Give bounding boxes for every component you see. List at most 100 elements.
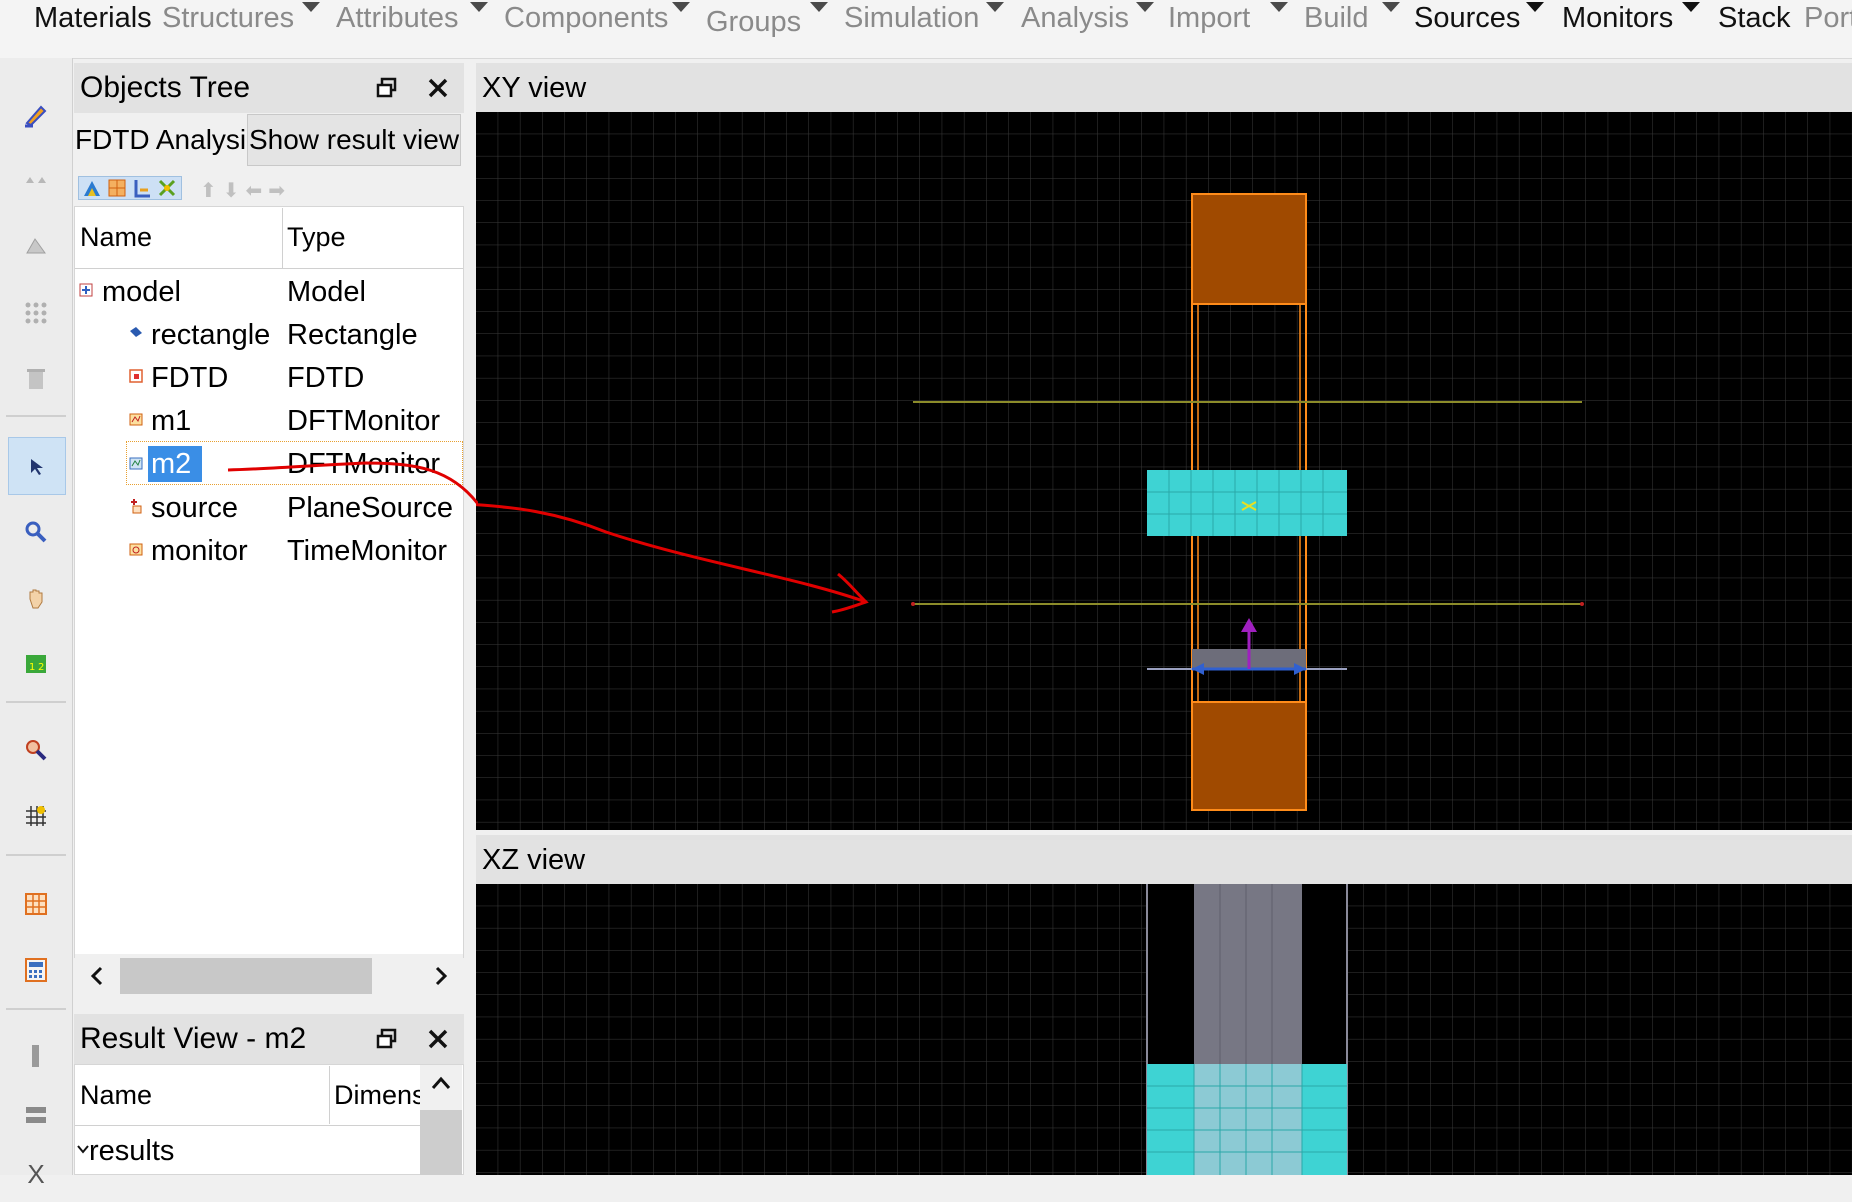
menu-structures[interactable]: Structures <box>162 2 294 35</box>
tree-row-model-name[interactable]: model <box>102 276 181 309</box>
arrow-left-icon[interactable]: ⬅ <box>246 178 263 202</box>
pan-hand-icon[interactable] <box>8 570 64 626</box>
xz-view-drawing <box>476 884 1852 1175</box>
xy-view-canvas[interactable] <box>476 112 1852 830</box>
grid-dots-icon[interactable] <box>8 284 64 340</box>
header-divider <box>75 1125 420 1126</box>
menu-components[interactable]: Components <box>504 2 668 35</box>
result-row-results[interactable]: results <box>89 1135 174 1168</box>
xy-view-title: XY view <box>482 72 587 104</box>
result-column-name[interactable]: Name <box>80 1080 152 1111</box>
column-header-type[interactable]: Type <box>287 222 346 253</box>
menu-port[interactable]: Port <box>1804 2 1852 35</box>
scroll-right-icon[interactable] <box>428 962 454 990</box>
bars-icon[interactable] <box>8 1088 64 1144</box>
tree-row-rectangle-type: Rectangle <box>287 319 418 351</box>
objects-tree-title: Objects Tree <box>80 71 251 104</box>
chevron-down-icon[interactable] <box>1382 2 1400 12</box>
expand-chevron-icon[interactable] <box>76 1141 90 1155</box>
column-divider <box>282 208 283 268</box>
scrollbar-thumb[interactable] <box>120 958 372 994</box>
fdtd-icon <box>128 368 144 384</box>
menu-sources[interactable]: Sources <box>1414 2 1520 35</box>
menu-build[interactable]: Build <box>1304 2 1369 35</box>
tree-row-rectangle-name[interactable]: rectangle <box>151 319 270 352</box>
zoom-region-icon[interactable] <box>8 722 64 778</box>
chevron-down-icon[interactable] <box>1526 2 1544 12</box>
fdtd-analysis-label: FDTD Analysis <box>75 124 261 155</box>
bar-icon[interactable] <box>8 1028 64 1084</box>
chevron-down-icon[interactable] <box>470 2 488 12</box>
monitor-m2-endpoint <box>911 602 915 606</box>
result-column-dimens[interactable]: Dimens <box>334 1080 420 1111</box>
arrow-down-icon[interactable]: ⬇ <box>223 178 240 202</box>
chevron-down-icon[interactable] <box>302 2 320 12</box>
result-view-title: Result View - m2 <box>80 1022 307 1055</box>
model-icon <box>79 282 93 297</box>
tree-row-model-type: Model <box>287 276 366 308</box>
menu-monitors[interactable]: Monitors <box>1562 2 1673 35</box>
tree-row-monitor-name[interactable]: monitor <box>151 535 248 568</box>
chevron-down-icon[interactable] <box>1682 2 1700 12</box>
menu-attributes[interactable]: Attributes <box>336 2 459 35</box>
menu-materials[interactable]: Materials <box>34 2 152 35</box>
grid-snap-icon[interactable] <box>8 788 64 844</box>
structure-bottom-block[interactable] <box>1191 701 1307 811</box>
result-view-title-bar: Result View - m2 <box>74 1014 464 1064</box>
tree-row-source-name[interactable]: source <box>151 492 238 525</box>
xz-view-canvas[interactable] <box>476 884 1852 1175</box>
arrow-up-icon[interactable]: ⬆ <box>200 178 217 202</box>
filter-all-icon[interactable] <box>157 178 177 198</box>
show-result-view-button[interactable]: Show result view <box>247 114 461 166</box>
close-icon[interactable] <box>421 63 455 113</box>
tree-move-arrows: ⬆ ⬇ ⬅ ➡ <box>200 178 300 202</box>
float-panel-icon[interactable] <box>370 63 404 113</box>
objects-tree-title-bar: Objects Tree <box>74 63 464 113</box>
calculator-icon[interactable] <box>8 942 64 998</box>
rectangle-icon <box>128 325 144 341</box>
menu-import[interactable]: Import <box>1168 2 1250 35</box>
scroll-left-icon[interactable] <box>84 962 110 990</box>
dots-icon[interactable] <box>8 152 64 208</box>
arrow-right-icon[interactable]: ➡ <box>268 178 285 202</box>
trash-icon[interactable] <box>8 350 64 406</box>
zoom-icon[interactable] <box>8 504 64 560</box>
structure-top-block[interactable] <box>1191 193 1307 305</box>
xz-structure-column[interactable] <box>1194 884 1302 1064</box>
chevron-down-icon[interactable] <box>810 2 828 12</box>
menu-simulation[interactable]: Simulation <box>844 2 979 35</box>
menu-groups[interactable]: Groups <box>706 6 801 39</box>
x-axis-icon[interactable]: X <box>8 1146 64 1202</box>
dft-monitor-icon <box>128 411 144 427</box>
tree-row-m2-name[interactable]: m2 <box>151 448 191 481</box>
menu-analysis[interactable]: Analysis <box>1021 2 1129 35</box>
chevron-down-icon[interactable] <box>1270 2 1288 12</box>
chevron-down-icon[interactable] <box>1136 2 1154 12</box>
float-panel-icon[interactable] <box>370 1014 404 1064</box>
vertical-scrollbar-thumb[interactable] <box>420 1110 462 1175</box>
xz-overlap-region <box>1194 1064 1302 1175</box>
rectangle-structure[interactable] <box>1147 470 1347 536</box>
ruler-icon[interactable]: 12 <box>8 636 64 692</box>
tree-row-m1-name[interactable]: m1 <box>151 405 191 438</box>
chevron-down-icon[interactable] <box>672 2 690 12</box>
menu-stack[interactable]: Stack <box>1718 2 1791 35</box>
chevron-down-icon[interactable] <box>986 2 1004 12</box>
scroll-up-icon[interactable] <box>430 1074 452 1092</box>
filter-monitors-icon[interactable] <box>132 178 152 198</box>
triangle-icon[interactable] <box>8 218 64 274</box>
tree-row-fdtd-name[interactable]: FDTD <box>151 362 228 395</box>
filter-structures-icon[interactable] <box>82 178 102 198</box>
table-icon[interactable] <box>8 876 64 932</box>
tree-row-monitor-type: TimeMonitor <box>287 535 448 567</box>
close-icon[interactable] <box>421 1014 455 1064</box>
time-monitor-icon <box>128 541 144 557</box>
xz-view-title-bar: XZ view <box>476 835 1852 885</box>
select-pointer-icon[interactable] <box>8 437 66 495</box>
toolbar-divider <box>6 701 66 703</box>
dft-monitor-icon <box>128 455 144 471</box>
xy-view-drawing <box>476 112 1852 830</box>
column-header-name[interactable]: Name <box>80 222 152 253</box>
edit-icon[interactable] <box>8 86 64 142</box>
filter-sources-icon[interactable] <box>107 178 127 198</box>
